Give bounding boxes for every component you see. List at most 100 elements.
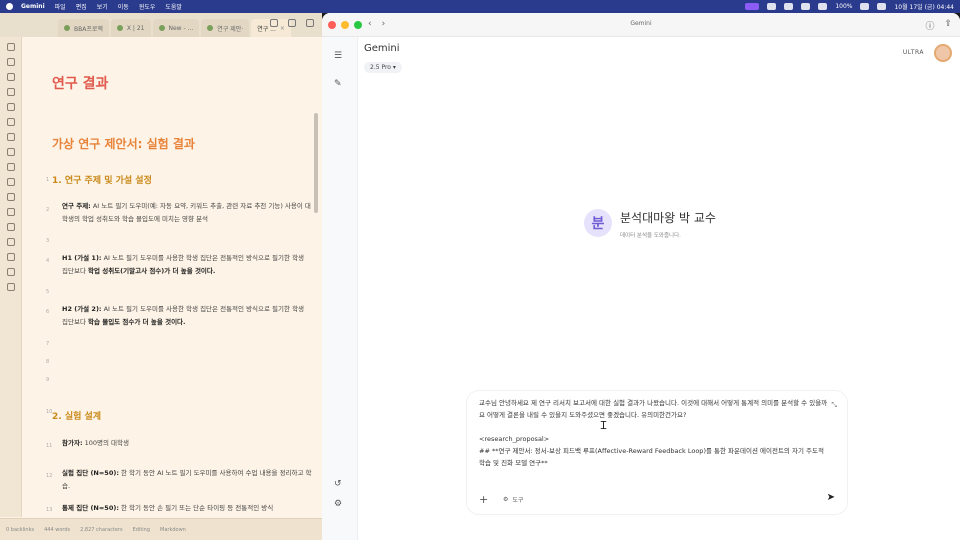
persona-card: 분 분석대마왕 박 교수 데이터 분석을 도와줍니다. [584, 209, 716, 239]
link-icon[interactable] [288, 19, 296, 27]
reading-view-icon[interactable] [270, 19, 278, 27]
more-options-icon[interactable] [306, 19, 314, 27]
gemini-app-window: ‹ › Gemini ⓘ ⇪ ☰ ✎ ↺ ⚙ Gemini 2.5 Pro ▾ … [322, 13, 960, 540]
apple-menu-icon[interactable] [6, 3, 13, 10]
menu-view[interactable]: 보기 [97, 2, 108, 11]
control-center-icon[interactable] [877, 3, 887, 10]
ribbon-icon[interactable] [6, 178, 15, 186]
prompt-input[interactable]: 교수님 안녕하세요 제 연구 리서치 보고서에 대한 실험 결과가 나왔습니다.… [479, 397, 829, 469]
status-app-icon-2[interactable] [784, 3, 794, 10]
tools-button[interactable]: ⚙ 도구 [503, 495, 523, 504]
hypothesis-2-paragraph: H2 (가설 2): AI 노트 필기 도우미를 사용한 학생 집단은 전통적인… [62, 303, 312, 329]
notes-tab[interactable]: 연구 제안· [201, 19, 250, 37]
char-count: 2,827 characters [80, 526, 123, 533]
gemini-header: Gemini 2.5 Pro ▾ [364, 43, 402, 73]
ribbon-icon[interactable] [6, 268, 15, 276]
topic-paragraph: 연구 주제: AI 노트 필기 도우미(예: 자동 요약, 키워드 추출, 관련… [62, 200, 312, 226]
tools-label: 도구 [512, 497, 524, 504]
markdown-editor[interactable]: 연구 결과 가상 연구 제안서: 실험 결과 1 1. 연구 주제 및 가설 설… [22, 37, 312, 517]
hypothesis-2-label: H2 (가설 2): [62, 305, 102, 313]
tab-label: BBA프로젝 [74, 25, 103, 33]
battery-level[interactable]: 100% [835, 3, 852, 10]
persona-description: 데이터 분석을 도와줍니다. [620, 233, 681, 239]
menubar-clock[interactable]: 10월 17일 (금) 04:44 [894, 2, 954, 11]
control-group-paragraph: 통제 집단 (N=50): 한 학기 동안 손 필기 또는 단순 타이핑 등 전… [62, 502, 312, 515]
ribbon-icon[interactable] [6, 73, 15, 81]
editing-mode[interactable]: Editing [133, 527, 150, 533]
status-app-icon[interactable] [767, 3, 777, 10]
history-icon[interactable]: ↺ [334, 479, 342, 489]
participants-paragraph: 참가자: 100명의 대학생 [62, 437, 312, 450]
new-chat-icon[interactable]: ✎ [334, 79, 342, 89]
line-number: 7 [46, 341, 50, 347]
battery-icon[interactable] [860, 3, 870, 10]
prompt-composer[interactable]: 교수님 안녕하세요 제 연구 리서치 보고서에 대한 실험 결과가 나왔습니다.… [467, 391, 847, 514]
line-number: 11 [46, 443, 53, 449]
menu-file[interactable]: 파일 [55, 2, 66, 11]
experimental-group-paragraph: 실험 집단 (N=50): 한 학기 동안 AI 노트 필기 도우미를 사용하여… [62, 467, 312, 493]
menu-icon[interactable]: ☰ [334, 51, 342, 61]
topic-text: AI 노트 필기 도우미(예: 자동 요약, 키워드 추출, 관련 자료 추천 … [62, 202, 311, 223]
gemini-title: Gemini [364, 43, 400, 54]
plan-badge: ULTRA [902, 49, 924, 56]
ribbon-icon[interactable] [6, 208, 15, 216]
ribbon-icon[interactable] [6, 238, 15, 246]
line-number: 12 [46, 473, 53, 479]
ribbon-icon[interactable] [6, 148, 15, 156]
model-selector[interactable]: 2.5 Pro ▾ [364, 62, 402, 73]
ribbon-icon[interactable] [6, 118, 15, 126]
info-icon[interactable]: ⓘ [925, 19, 934, 32]
tab-favicon-icon [116, 25, 123, 31]
wifi-icon[interactable] [818, 3, 828, 10]
line-number: 13 [46, 507, 53, 513]
hypothesis-1-label: H1 (가설 1): [62, 254, 102, 262]
topic-label: 연구 주제: [62, 202, 91, 210]
menu-help[interactable]: 도움말 [165, 2, 182, 11]
persona-name: 분석대마왕 박 교수 [620, 211, 716, 225]
editor-scrollbar[interactable] [314, 113, 318, 213]
window-title: Gemini [630, 20, 652, 27]
expand-icon[interactable]: ⤡ [831, 401, 837, 410]
add-attachment-icon[interactable]: + [479, 493, 488, 506]
gemini-titlebar: ‹ › Gemini ⓘ ⇪ [322, 13, 960, 37]
notes-tab[interactable]: New - ... [152, 19, 200, 37]
ribbon-icon[interactable] [6, 163, 15, 171]
word-count: 444 words [44, 526, 71, 533]
menu-window[interactable]: 윈도우 [139, 2, 156, 11]
ribbon-icon[interactable] [6, 283, 15, 291]
menu-edit[interactable]: 편집 [76, 2, 87, 11]
ribbon-icon[interactable] [6, 58, 15, 66]
doc-heading-2: 가상 연구 제안서: 실험 결과 [52, 137, 195, 151]
gemini-sidebar: ☰ ✎ ↺ ⚙ [322, 37, 358, 540]
line-number: 4 [46, 258, 50, 264]
ribbon-icon[interactable] [6, 253, 15, 261]
participants-label: 참가자: [62, 439, 83, 447]
doc-section-2: 2. 실험 설계 [52, 412, 102, 422]
menu-go[interactable]: 이동 [118, 2, 129, 11]
hypothesis-1-emph: 학업 성취도(기말고사 점수)가 더 높을 것이다. [88, 267, 216, 275]
ribbon-icon[interactable] [6, 223, 15, 231]
menu-app-name[interactable]: Gemini [21, 3, 45, 10]
search-icon[interactable] [6, 88, 15, 96]
notes-tab[interactable]: BBA프로젝 [58, 19, 109, 37]
line-number: 9 [46, 377, 50, 383]
ribbon-icon[interactable] [6, 133, 15, 141]
notes-status-bar: 0 backlinks 444 words 2,827 characters E… [0, 518, 322, 540]
recording-icon[interactable] [745, 3, 760, 10]
tab-label: X | 21 [126, 24, 145, 32]
backlinks-count[interactable]: 0 backlinks [6, 527, 34, 533]
user-avatar[interactable] [934, 44, 952, 62]
ribbon-icon[interactable] [6, 103, 15, 111]
hypothesis-2-emph: 학습 몰입도 점수가 더 높을 것이다. [88, 318, 186, 326]
participants-text: 100명의 대학생 [82, 439, 129, 447]
notes-tab[interactable]: X | 21 [110, 19, 151, 37]
file-format: Markdown [160, 526, 186, 533]
line-number: 5 [46, 289, 50, 295]
settings-gear-icon[interactable]: ⚙ [334, 499, 342, 509]
line-number: 1 [46, 177, 50, 183]
ribbon-icon[interactable] [6, 193, 15, 201]
ribbon-icon[interactable] [6, 43, 15, 51]
share-icon[interactable]: ⇪ [944, 19, 952, 32]
send-icon[interactable]: ➤ [827, 492, 835, 503]
status-app-icon-3[interactable] [801, 3, 811, 10]
